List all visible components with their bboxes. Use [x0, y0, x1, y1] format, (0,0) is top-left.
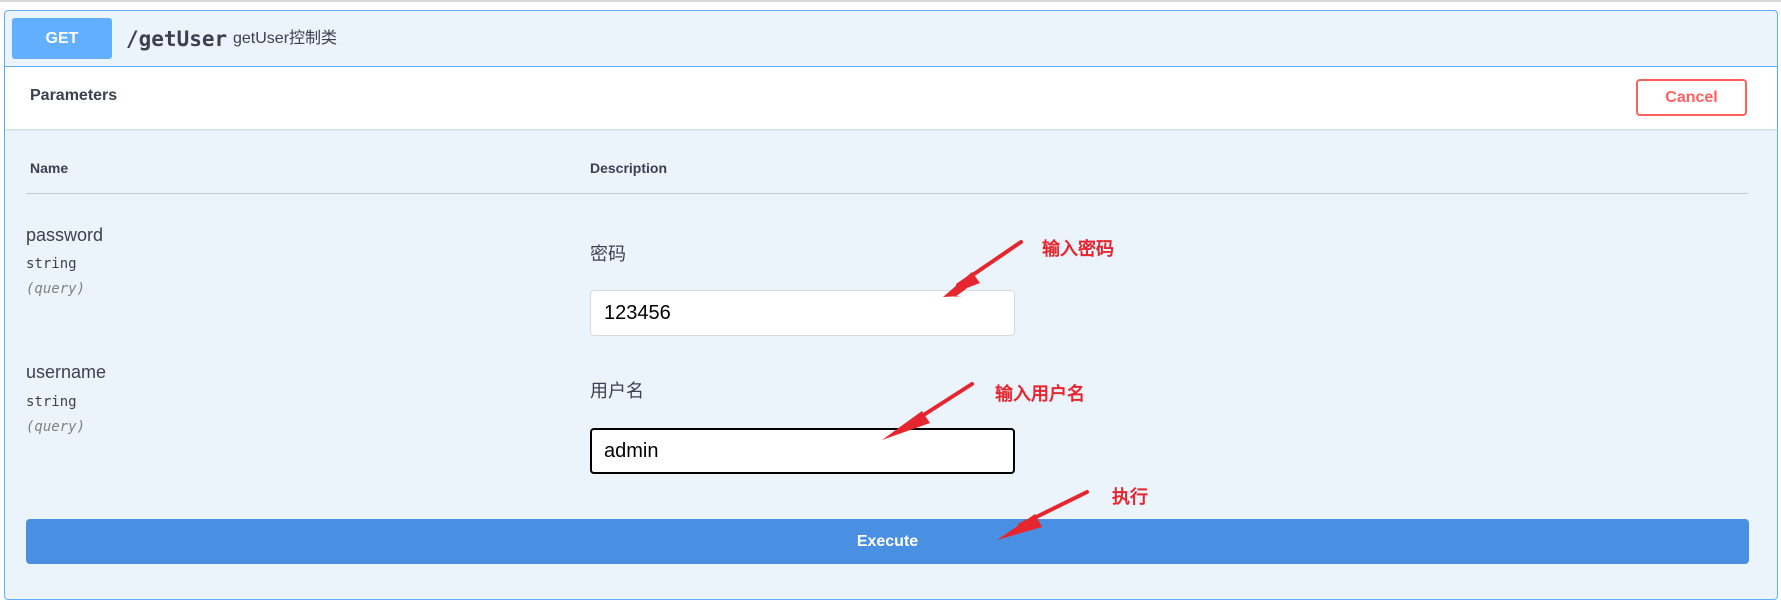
- operation-summary[interactable]: GET /getUser getUser控制类: [5, 11, 1777, 67]
- password-input[interactable]: [590, 290, 1015, 336]
- annotation-enter-username: 输入用户名: [995, 384, 1085, 405]
- column-header-description: Description: [590, 160, 668, 176]
- page-top-edge: [0, 0, 1781, 2]
- annotation-execute: 执行: [1112, 487, 1148, 508]
- param-name-password: password: [26, 225, 104, 245]
- parameters-header: Parameters Cancel: [5, 67, 1777, 129]
- param-name-username: username: [26, 362, 107, 382]
- execute-button[interactable]: Execute: [26, 519, 1749, 564]
- param-location-username: (query): [26, 419, 86, 435]
- parameters-title: Parameters: [30, 87, 118, 104]
- operation-description: getUser控制类: [233, 30, 338, 47]
- param-location-password: (query): [26, 281, 86, 297]
- param-type-password: string: [26, 256, 77, 272]
- header-divider: [26, 193, 1748, 194]
- column-header-name: Name: [30, 160, 69, 176]
- username-input[interactable]: [590, 428, 1015, 474]
- param-description-username: 用户名: [590, 381, 644, 401]
- method-badge: GET: [12, 18, 112, 59]
- operation-path: /getUser: [126, 27, 228, 51]
- annotation-enter-password: 输入密码: [1042, 239, 1114, 260]
- param-type-username: string: [26, 394, 77, 410]
- param-description-password: 密码: [590, 244, 626, 264]
- cancel-button[interactable]: Cancel: [1636, 79, 1747, 116]
